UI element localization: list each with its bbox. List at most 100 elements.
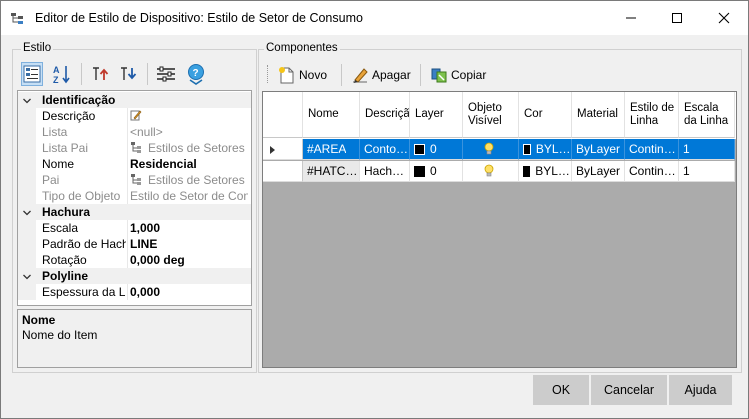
property-row[interactable]: Pai Estilos de Setores <box>18 172 251 188</box>
property-row[interactable]: Lista <null> <box>18 124 251 140</box>
property-value[interactable]: Estilo de Setor de Consumo <box>130 189 248 203</box>
toolbar-grip <box>267 65 270 83</box>
row-header[interactable] <box>263 139 303 160</box>
property-name: Espessura da Linha <box>42 285 126 299</box>
sort-az-icon: A Z <box>53 65 70 84</box>
cell-estilo-linha[interactable]: Continuous <box>625 161 679 182</box>
table-row[interactable]: #AREA Contorno... 0 BYLAYER ByLayer Continuou… <box>263 139 736 161</box>
property-category[interactable]: Identificação <box>18 92 251 108</box>
components-grid[interactable]: Nome Descrição Layer Objeto Visível Cor … <box>262 91 737 368</box>
property-category[interactable]: Hachura <box>18 204 251 220</box>
property-row[interactable]: Padrão de Hachura LINE <box>18 236 251 252</box>
cell-nome[interactable]: #AREA <box>303 139 360 160</box>
column-divider <box>127 156 128 172</box>
property-row[interactable]: Nome Residencial <box>18 156 251 172</box>
property-value[interactable]: <null> <box>130 125 248 139</box>
minimize-icon <box>626 17 636 19</box>
cell-visible[interactable] <box>463 139 519 160</box>
collapse-chevron-icon[interactable] <box>22 271 32 281</box>
cancel-button[interactable]: Cancelar <box>591 375 667 405</box>
componentes-group-label: Componentes <box>264 42 340 54</box>
column-header-material[interactable]: Material <box>572 92 625 138</box>
column-divider <box>127 284 128 300</box>
cell-descricao[interactable]: Hachura <box>360 161 410 182</box>
column-header-objeto-visivel[interactable]: Objeto Visível <box>463 92 519 138</box>
property-value-text: Residencial <box>130 157 197 171</box>
property-name: Tipo de Objeto <box>42 189 121 203</box>
property-row[interactable]: Escala 1,000 <box>18 220 251 236</box>
column-header-nome[interactable]: Nome <box>303 92 360 138</box>
maximize-button[interactable] <box>654 1 700 35</box>
categorized-view-button[interactable] <box>21 62 43 86</box>
column-header-layer[interactable]: Layer <box>410 92 463 138</box>
property-gutter <box>18 252 36 268</box>
property-value-text: Estilo de Setor de Consumo <box>130 189 248 203</box>
copy-style-icon <box>431 68 447 83</box>
property-value[interactable]: 0,000 deg <box>130 253 248 267</box>
delete-component-button[interactable]: Apagar <box>351 63 411 87</box>
property-value[interactable] <box>130 109 248 124</box>
property-grid[interactable]: Identificação Descrição Lista <null> Lista P… <box>17 90 252 306</box>
cell-cor[interactable]: BYLAYER <box>519 161 572 182</box>
property-value[interactable]: 0,000 <box>130 285 248 299</box>
copy-component-button[interactable]: Copiar <box>430 63 486 87</box>
property-row[interactable]: Rotação 0,000 deg <box>18 252 251 268</box>
column-divider <box>127 108 128 124</box>
property-name: Rotação <box>42 253 87 267</box>
property-value-text: 1,000 <box>130 221 161 235</box>
property-value[interactable]: Estilos de Setores <box>130 173 248 188</box>
property-gutter <box>18 140 36 156</box>
row-header-corner <box>263 92 303 138</box>
property-value[interactable]: Estilos de Setores <box>130 141 248 156</box>
cell-layer[interactable]: 0 <box>410 139 463 160</box>
cell-escala[interactable]: 1 <box>679 161 735 182</box>
property-row[interactable]: Lista Pai Estilos de Setores <box>18 140 251 156</box>
cell-cor[interactable]: BYLAYER <box>519 139 572 160</box>
collapse-chevron-icon[interactable] <box>22 95 32 105</box>
ok-button[interactable]: OK <box>533 375 589 405</box>
cell-text: 1 <box>683 142 690 156</box>
cell-descricao[interactable]: Contorno... <box>360 139 410 160</box>
properties-settings-button[interactable] <box>155 62 177 86</box>
property-name: Nome <box>42 157 75 171</box>
help-button[interactable]: Ajuda <box>669 375 732 405</box>
property-gutter <box>18 124 36 140</box>
table-row[interactable]: #HATCH... Hachura 0 BYLAYER ByLayer Continuou… <box>263 161 736 183</box>
cell-material[interactable]: ByLayer <box>572 161 625 182</box>
cell-layer[interactable]: 0 <box>410 161 463 182</box>
property-value[interactable]: 1,000 <box>130 221 248 235</box>
column-header-escala-linha[interactable]: Escala da Linha <box>679 92 735 138</box>
property-row[interactable]: Tipo de Objeto Estilo de Setor de Consumo <box>18 188 251 204</box>
title-bar: Editor de Estilo de Dispositivo: Estilo … <box>1 1 748 35</box>
cell-text: 0 <box>430 164 437 178</box>
new-component-button[interactable]: Novo <box>278 63 327 87</box>
cell-material[interactable]: ByLayer <box>572 139 625 160</box>
property-category[interactable]: Polyline <box>18 268 251 284</box>
column-header-estilo-linha[interactable]: Estilo de Linha <box>625 92 679 138</box>
cell-text: Hachura <box>364 164 409 178</box>
current-row-arrow-icon <box>270 146 275 154</box>
collapse-chevron-icon[interactable] <box>22 207 32 217</box>
cell-escala[interactable]: 1 <box>679 139 735 160</box>
cell-text: Continuous <box>629 164 678 178</box>
column-header-cor[interactable]: Cor <box>519 92 572 138</box>
property-value[interactable]: LINE <box>130 237 248 251</box>
column-header-descricao[interactable]: Descrição <box>360 92 410 138</box>
move-up-button[interactable] <box>89 62 111 86</box>
svg-text:A: A <box>53 65 60 75</box>
close-button[interactable] <box>701 1 747 35</box>
row-header[interactable] <box>263 161 303 182</box>
cell-nome[interactable]: #HATCH... <box>303 161 360 182</box>
move-down-button[interactable] <box>117 62 139 86</box>
color-swatch <box>523 165 531 177</box>
property-value[interactable]: Residencial <box>130 157 248 171</box>
help-lookup-button[interactable]: ? <box>185 62 207 86</box>
cell-estilo-linha[interactable]: Continuous <box>625 139 679 160</box>
property-row[interactable]: Espessura da Linha 0,000 <box>18 284 251 300</box>
property-row[interactable]: Descrição <box>18 108 251 124</box>
cell-text: Contorno... <box>364 142 409 156</box>
alphabetical-sort-button[interactable]: A Z <box>51 62 73 86</box>
cell-visible[interactable] <box>463 161 519 182</box>
category-name: Identificação <box>42 93 116 107</box>
minimize-button[interactable] <box>608 1 654 35</box>
